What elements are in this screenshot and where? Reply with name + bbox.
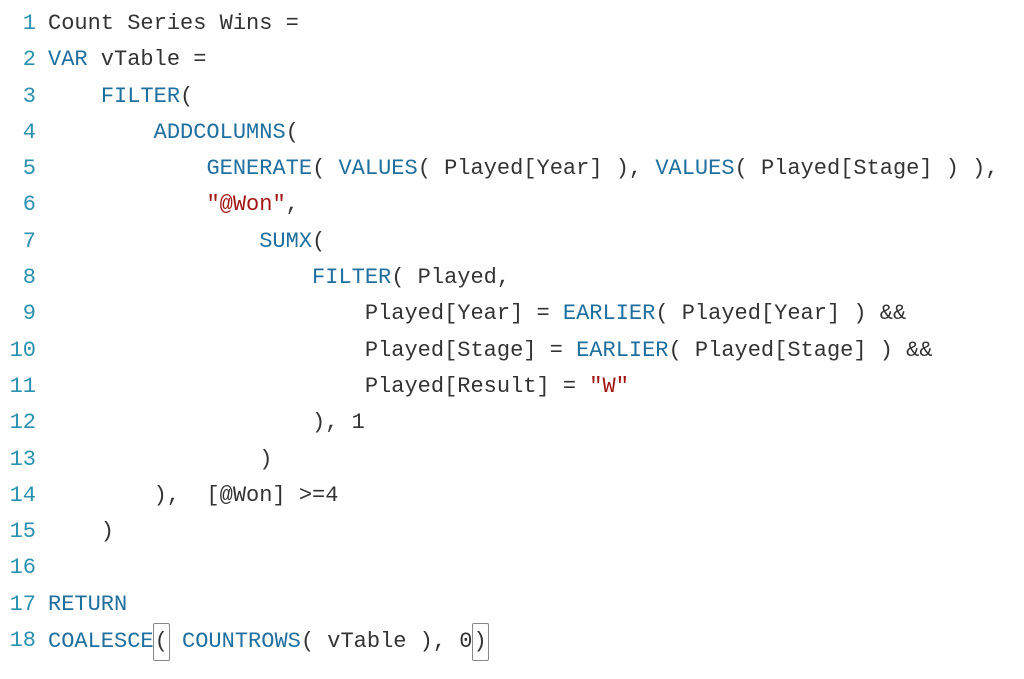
code-line[interactable]: GENERATE( VALUES( Played[Year] ), VALUES… [48,151,1024,187]
token-str: "W" [589,374,629,399]
token-punct: ( [286,120,299,145]
token-num: 0 [459,629,472,654]
token-plain: ( Played[Stage] ) ), [735,156,999,181]
token-fn: VALUES [338,156,417,181]
line-number: 13 [0,442,36,478]
token-plain [48,265,312,290]
code-line[interactable]: ), 1 [48,405,1024,441]
line-number: 9 [0,296,36,332]
code-line[interactable]: VAR vTable = [48,42,1024,78]
token-str: "@Won" [206,192,285,217]
token-plain [169,629,182,654]
code-line[interactable]: ) [48,442,1024,478]
token-plain: vTable [88,47,194,72]
token-plain: ) [48,447,272,472]
token-plain [48,192,206,217]
token-fn: ADDCOLUMNS [154,120,286,145]
token-punct: ( [312,229,325,254]
token-fn: EARLIER [576,338,668,363]
token-plain: ( Played, [391,265,510,290]
code-line[interactable]: Count Series Wins = [48,6,1024,42]
token-plain [48,555,61,580]
token-plain: Played[Year] = [48,301,563,326]
token-plain: ( Played[Year] ) && [655,301,906,326]
code-line[interactable]: ADDCOLUMNS( [48,115,1024,151]
line-number: 14 [0,478,36,514]
line-number: 1 [0,6,36,42]
token-plain: ( vTable ), [301,629,459,654]
token-punct: ) [472,623,489,661]
token-punct: = [286,11,299,36]
token-punct: = [193,47,206,72]
line-number: 2 [0,42,36,78]
code-line[interactable]: FILTER( [48,79,1024,115]
token-plain: Played[Stage] = [48,338,576,363]
line-number: 11 [0,369,36,405]
token-plain: ) [48,519,114,544]
code-area[interactable]: Count Series Wins =VAR vTable = FILTER( … [48,6,1024,659]
line-number: 7 [0,224,36,260]
line-number: 12 [0,405,36,441]
token-fn: VALUES [655,156,734,181]
line-number: 17 [0,587,36,623]
code-line[interactable]: ) [48,514,1024,550]
dax-code-editor[interactable]: 123456789101112131415161718 Count Series… [0,0,1024,679]
line-number: 10 [0,333,36,369]
line-number: 16 [0,550,36,586]
code-line[interactable] [48,550,1024,586]
token-plain: Played[Result] = [48,374,589,399]
token-num: 1 [352,410,365,435]
code-line[interactable]: COALESCE( COUNTROWS( vTable ), 0) [48,623,1024,659]
token-fn: COUNTROWS [182,629,301,654]
token-fn: COALESCE [48,629,154,654]
token-punct: ( [312,156,338,181]
token-kw: VAR [48,47,88,72]
token-plain: ), [48,410,352,435]
token-punct: ( [180,84,193,109]
token-fn: EARLIER [563,301,655,326]
token-kw: RETURN [48,592,127,617]
code-line[interactable]: ), [@Won] >=4 [48,478,1024,514]
token-plain: ), [@Won] >= [48,483,325,508]
line-number: 18 [0,623,36,659]
token-plain: ( Played[Year] ), [418,156,656,181]
line-number: 8 [0,260,36,296]
token-fn: SUMX [259,229,312,254]
code-line[interactable]: Played[Result] = "W" [48,369,1024,405]
code-line[interactable]: FILTER( Played, [48,260,1024,296]
line-number: 3 [0,79,36,115]
token-punct: ( [153,623,170,661]
line-number-gutter: 123456789101112131415161718 [0,6,48,659]
line-number: 15 [0,514,36,550]
code-line[interactable]: "@Won", [48,187,1024,223]
code-line[interactable]: Played[Stage] = EARLIER( Played[Stage] )… [48,333,1024,369]
token-num: 4 [325,483,338,508]
token-plain: ( Played[Stage] ) && [669,338,933,363]
code-line[interactable]: Played[Year] = EARLIER( Played[Year] ) &… [48,296,1024,332]
token-plain [48,84,101,109]
token-plain [48,156,206,181]
code-line[interactable]: RETURN [48,587,1024,623]
line-number: 6 [0,187,36,223]
token-plain [48,229,259,254]
token-punct: , [286,192,299,217]
token-fn: FILTER [312,265,391,290]
line-number: 4 [0,115,36,151]
token-plain: Count Series Wins [48,11,286,36]
token-fn: FILTER [101,84,180,109]
line-number: 5 [0,151,36,187]
token-plain [48,120,154,145]
code-line[interactable]: SUMX( [48,224,1024,260]
token-fn: GENERATE [206,156,312,181]
